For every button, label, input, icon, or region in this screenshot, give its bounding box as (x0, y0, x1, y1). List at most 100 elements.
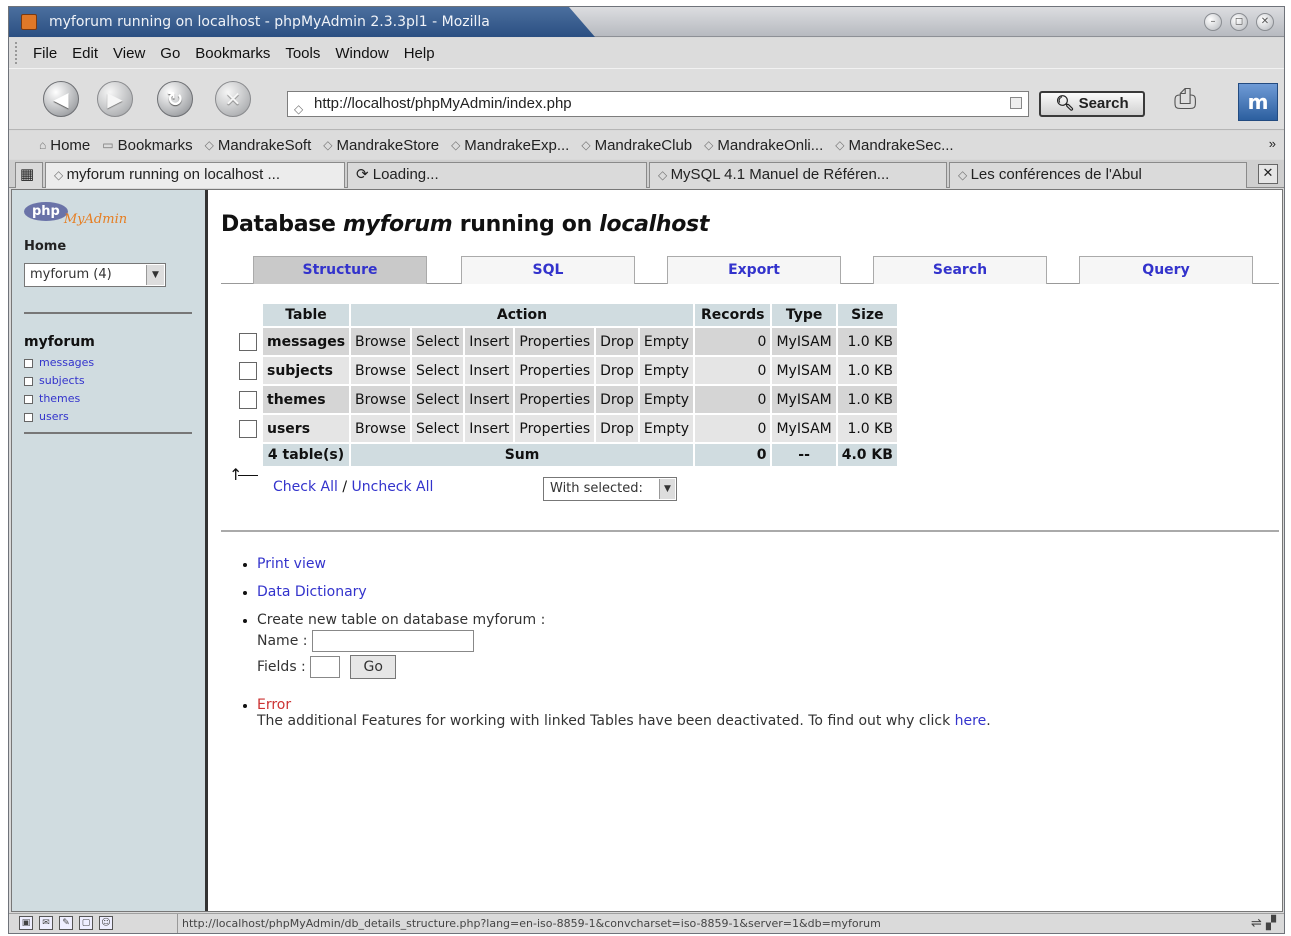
empty-link[interactable]: Empty (639, 328, 693, 355)
insert-link[interactable]: Insert (465, 328, 514, 355)
bookmark-bookmarks[interactable]: ▭ Bookmarks (102, 137, 192, 154)
data-dictionary-link[interactable]: Data Dictionary (257, 584, 367, 600)
bookmarks-overflow-icon[interactable]: » (1269, 136, 1276, 151)
toolbar-grip[interactable] (15, 42, 21, 64)
insert-link[interactable]: Insert (465, 357, 514, 384)
row-size-link[interactable]: 1.0 KB (837, 357, 897, 384)
menu-go[interactable]: Go (160, 45, 180, 62)
left-table-item[interactable]: subjects (24, 372, 94, 390)
menu-file[interactable]: File (33, 45, 57, 62)
forward-button[interactable]: ▶ (97, 81, 133, 117)
drop-link[interactable]: Drop (596, 328, 638, 355)
left-table-item[interactable]: themes (24, 390, 94, 408)
page-title: Database myforum running on localhost (221, 212, 709, 237)
print-view-link[interactable]: Print view (257, 556, 326, 572)
fields-input[interactable] (310, 656, 341, 678)
back-button[interactable]: ◀ (43, 81, 79, 117)
select-link[interactable]: Select (412, 386, 464, 413)
check-all-link[interactable]: Check All (273, 479, 338, 495)
bookmark-mandrakesec[interactable]: ◇ MandrakeSec... (835, 137, 953, 154)
drop-link[interactable]: Drop (596, 386, 638, 413)
mozilla-throbber-icon[interactable]: m (1238, 83, 1278, 121)
properties-link[interactable]: Properties (515, 386, 595, 413)
error-message: The additional Features for working with… (257, 713, 991, 729)
url-dropdown-icon[interactable] (1010, 97, 1022, 109)
browse-link[interactable]: Browse (351, 386, 411, 413)
empty-link[interactable]: Empty (639, 357, 693, 384)
tab-search[interactable]: Search (873, 256, 1047, 284)
minimize-icon[interactable]: – (1204, 13, 1222, 31)
url-input[interactable]: ◇ http://localhost/phpMyAdmin/index.php (287, 91, 1029, 117)
composer-icon[interactable]: ✎ (59, 916, 73, 930)
menu-help[interactable]: Help (404, 45, 435, 62)
row-size-link[interactable]: 1.0 KB (837, 415, 897, 442)
tab-query[interactable]: Query (1079, 256, 1253, 284)
uncheck-all-link[interactable]: Uncheck All (352, 479, 434, 495)
menu-tools[interactable]: Tools (285, 45, 320, 62)
search-button[interactable]: 🔍︎ Search (1039, 91, 1145, 117)
properties-link[interactable]: Properties (515, 357, 595, 384)
addressbook-icon[interactable]: ▢ (79, 916, 93, 930)
row-checkbox[interactable] (239, 390, 257, 409)
reload-button[interactable]: ↻ (157, 81, 193, 117)
chat-icon[interactable]: ☺ (99, 916, 113, 930)
tab-abul[interactable]: ◇ Les conférences de l'Abul (949, 162, 1247, 188)
bookmark-mandrakeclub[interactable]: ◇ MandrakeClub (581, 137, 692, 154)
database-select[interactable]: myforum (4) ▼ (24, 263, 166, 287)
menu-window[interactable]: Window (335, 45, 388, 62)
title-db: myforum (343, 212, 453, 237)
left-db-name[interactable]: myforum (24, 334, 95, 350)
menu-view[interactable]: View (113, 45, 145, 62)
insert-link[interactable]: Insert (465, 415, 514, 442)
bookmark-mandrakestore[interactable]: ◇ MandrakeStore (323, 137, 439, 154)
bookmark-mandrakeexp[interactable]: ◇ MandrakeExp... (451, 137, 569, 154)
row-size-link[interactable]: 1.0 KB (837, 328, 897, 355)
select-link[interactable]: Select (412, 415, 464, 442)
row-size-link[interactable]: 1.0 KB (837, 386, 897, 413)
bookmark-mandrakesoft[interactable]: ◇ MandrakeSoft (205, 137, 312, 154)
browse-link[interactable]: Browse (351, 328, 411, 355)
tab-mysql-manual[interactable]: ◇ MySQL 4.1 Manuel de Référen... (649, 162, 947, 188)
close-tab-icon[interactable]: ✕ (1258, 164, 1278, 184)
mail-icon[interactable]: ✉ (39, 916, 53, 930)
menu-bookmarks[interactable]: Bookmarks (195, 45, 270, 62)
bookmark-home[interactable]: ⌂ Home (39, 137, 90, 154)
print-icon[interactable]: ⎙ (1174, 82, 1196, 116)
navigator-icon[interactable]: ▣ (19, 916, 33, 930)
bookmark-icon: ◇ (581, 138, 591, 152)
empty-link[interactable]: Empty (639, 415, 693, 442)
tab-loading[interactable]: ⟳ Loading... (347, 162, 647, 188)
close-window-icon[interactable]: ✕ (1256, 13, 1274, 31)
tab-sql[interactable]: SQL (461, 256, 635, 284)
properties-link[interactable]: Properties (515, 328, 595, 355)
bookmark-mandrakeonli[interactable]: ◇ MandrakeOnli... (704, 137, 823, 154)
select-link[interactable]: Select (412, 328, 464, 355)
left-table-item[interactable]: messages (24, 354, 94, 372)
here-link[interactable]: here (955, 713, 987, 729)
properties-link[interactable]: Properties (515, 415, 595, 442)
home-link[interactable]: Home (24, 239, 66, 254)
browse-link[interactable]: Browse (351, 357, 411, 384)
tab-myforum[interactable]: ◇ myforum running on localhost ... (45, 162, 345, 188)
menu-edit[interactable]: Edit (72, 45, 98, 62)
tab-export[interactable]: Export (667, 256, 841, 284)
drop-link[interactable]: Drop (596, 357, 638, 384)
go-button[interactable]: Go (350, 655, 397, 679)
row-checkbox[interactable] (239, 361, 257, 380)
phpmyadmin-logo[interactable]: phpMyAdmin (24, 202, 134, 232)
empty-link[interactable]: Empty (639, 386, 693, 413)
maximize-icon[interactable]: ◻ (1230, 13, 1248, 31)
drop-link[interactable]: Drop (596, 415, 638, 442)
tab-structure[interactable]: Structure (253, 256, 427, 284)
stop-button[interactable]: ✕ (215, 81, 251, 117)
table-name-input[interactable] (311, 630, 474, 652)
bookmarks-toolbar: ⌂ Home ▭ Bookmarks ◇ MandrakeSoft ◇ Mandrake… (9, 131, 1284, 159)
with-selected-select[interactable]: With selected: ▼ (543, 477, 677, 501)
browse-link[interactable]: Browse (351, 415, 411, 442)
new-tab-icon[interactable]: ▦ (15, 162, 43, 188)
left-table-item[interactable]: users (24, 408, 94, 426)
select-link[interactable]: Select (412, 357, 464, 384)
row-checkbox[interactable] (239, 332, 257, 351)
insert-link[interactable]: Insert (465, 386, 514, 413)
row-checkbox[interactable] (239, 419, 257, 438)
